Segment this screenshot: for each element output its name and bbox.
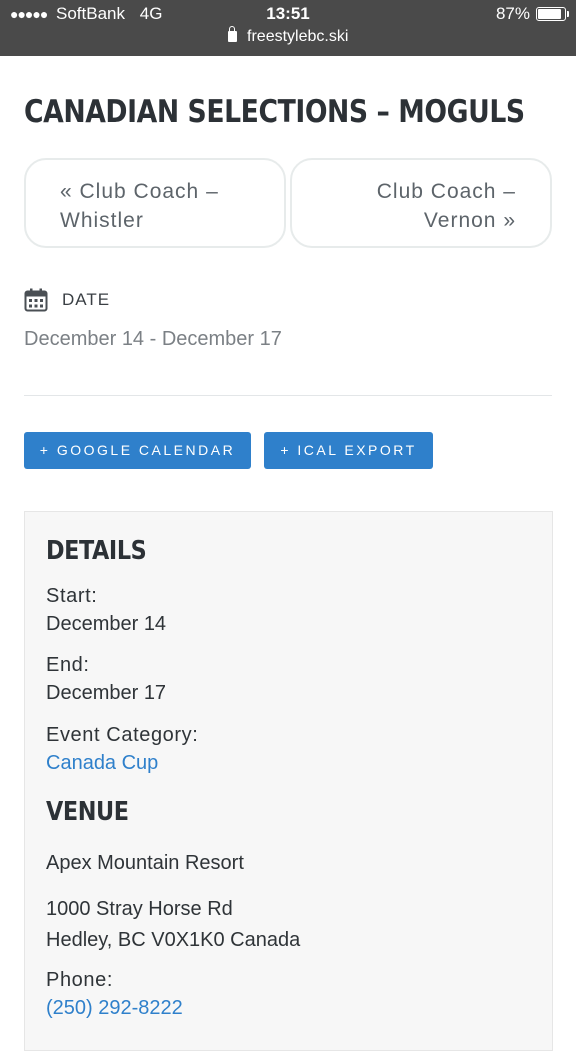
clock: 13:51 bbox=[266, 4, 310, 23]
event-category-label: Event Category: bbox=[46, 724, 199, 746]
phone-label: Phone: bbox=[46, 969, 113, 991]
venue-name: Apex Mountain Resort bbox=[46, 852, 244, 874]
date-header: DATE bbox=[24, 288, 110, 312]
battery-percent: 87% bbox=[495, 4, 530, 23]
ical-export-button[interactable]: + ICAL EXPORT bbox=[264, 432, 433, 469]
next-event-line2: Vernon » bbox=[423, 209, 516, 232]
end-value: December 17 bbox=[46, 682, 167, 704]
status-bar: ●●●●● SoftBank 4G 13:51 87% freestylebc.… bbox=[0, 0, 576, 56]
battery-fill bbox=[538, 9, 561, 19]
lock-icon bbox=[227, 26, 237, 42]
calendar-icon bbox=[24, 288, 48, 312]
next-event-line1: Club Coach – bbox=[376, 180, 516, 203]
next-event-link[interactable]: Club Coach – Vernon » bbox=[290, 158, 552, 248]
phone-link[interactable]: (250) 292-8222 bbox=[46, 997, 183, 1020]
prev-event-link[interactable]: « Club Coach – Whistler bbox=[24, 158, 286, 248]
end-label: End: bbox=[46, 654, 90, 676]
prev-event-line1: « Club Coach – bbox=[60, 180, 219, 203]
address-bar[interactable]: freestylebc.ski bbox=[0, 26, 576, 46]
venue-heading: VENUE bbox=[46, 797, 129, 827]
url-text: freestylebc.ski bbox=[247, 28, 349, 45]
battery-info: 87% bbox=[495, 4, 569, 24]
page-title: CANADIAN SELECTIONS – MOGULS bbox=[24, 94, 525, 130]
details-panel: DETAILS Start: December 14 End: December… bbox=[24, 511, 553, 1051]
date-label: DATE bbox=[62, 290, 111, 309]
battery-icon bbox=[536, 7, 569, 21]
divider bbox=[24, 395, 552, 396]
date-value: December 14 - December 17 bbox=[24, 328, 282, 350]
venue-address-line1: 1000 Stray Horse Rd bbox=[46, 898, 233, 920]
details-heading: DETAILS bbox=[46, 536, 147, 566]
start-value: December 14 bbox=[46, 613, 167, 635]
prev-event-line2: Whistler bbox=[60, 209, 144, 232]
event-category-link[interactable]: Canada Cup bbox=[46, 752, 158, 775]
start-label: Start: bbox=[46, 585, 98, 607]
venue-address-line2: Hedley, BC V0X1K0 Canada bbox=[46, 929, 301, 951]
google-calendar-button[interactable]: + GOOGLE CALENDAR bbox=[24, 432, 251, 469]
